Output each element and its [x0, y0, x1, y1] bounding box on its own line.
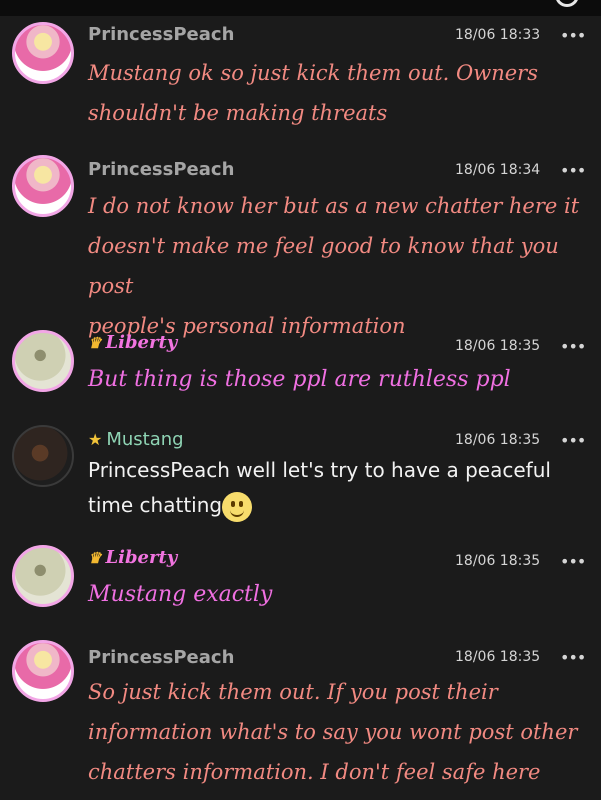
message-text: Mustang exactly [88, 575, 593, 615]
avatar[interactable] [12, 330, 74, 392]
top-bar [0, 0, 601, 16]
message-text: So just kick them out. If you post their… [88, 672, 593, 792]
crown-icon: ♛ [88, 334, 102, 352]
username[interactable]: PrincessPeach [88, 647, 234, 668]
avatar[interactable] [12, 545, 74, 607]
more-options-icon[interactable]: ••• [560, 161, 586, 180]
message-line: Mustang exactly [88, 582, 273, 607]
star-icon: ★ [88, 430, 103, 449]
timestamp: 18/06 18:35 [455, 553, 541, 569]
more-options-icon[interactable]: ••• [560, 26, 586, 45]
username: Liberty [105, 547, 178, 568]
message-text: Mustang ok so just kick them out. Owners… [88, 53, 593, 133]
username: Liberty [105, 332, 178, 353]
timestamp: 18/06 18:33 [455, 27, 541, 43]
top-corner-icon [555, 0, 579, 7]
message-line: information what's to say you wont post … [88, 720, 578, 744]
smiley-emoji [222, 491, 253, 522]
timestamp: 18/06 18:35 [455, 338, 541, 354]
message-line: shouldn't be making threats [88, 101, 388, 125]
message-line: PrincessPeach well let's try to have a p… [88, 458, 551, 482]
message-text: But thing is those ppl are ruthless ppl [88, 360, 593, 400]
message-line: doesn't make me feel good to know that y… [88, 234, 559, 298]
more-options-icon[interactable]: ••• [560, 337, 586, 356]
username-row[interactable]: ★ Mustang [88, 429, 184, 450]
username[interactable]: PrincessPeach [88, 24, 234, 45]
message-text: PrincessPeach well let's try to have a p… [88, 453, 593, 523]
avatar[interactable] [12, 640, 74, 702]
more-options-icon[interactable]: ••• [560, 552, 586, 571]
avatar[interactable] [12, 22, 74, 84]
timestamp: 18/06 18:35 [455, 649, 541, 665]
crown-icon: ♛ [88, 549, 102, 567]
message-text: I do not know her but as a new chatter h… [88, 186, 593, 346]
avatar[interactable] [12, 425, 74, 487]
message-line: time chatting [88, 493, 223, 517]
message-line: Mustang ok so just kick them out. Owners [88, 61, 538, 85]
message-line: chatters information. I don't feel safe … [88, 760, 541, 784]
message-line: So just kick them out. If you post their [88, 680, 498, 704]
message-line: I do not know her but as a new chatter h… [88, 194, 580, 218]
username-row[interactable]: ♛ Liberty [88, 547, 177, 568]
timestamp: 18/06 18:34 [455, 162, 541, 178]
avatar[interactable] [12, 155, 74, 217]
more-options-icon[interactable]: ••• [560, 648, 586, 667]
username-row[interactable]: ♛ Liberty [88, 332, 177, 353]
message-line: But thing is those ppl are ruthless ppl [88, 367, 511, 392]
username: Mustang [106, 429, 184, 450]
timestamp: 18/06 18:35 [455, 432, 541, 448]
message-line-with-emoji: time chatting [88, 488, 593, 523]
more-options-icon[interactable]: ••• [560, 431, 586, 450]
username[interactable]: PrincessPeach [88, 159, 234, 180]
